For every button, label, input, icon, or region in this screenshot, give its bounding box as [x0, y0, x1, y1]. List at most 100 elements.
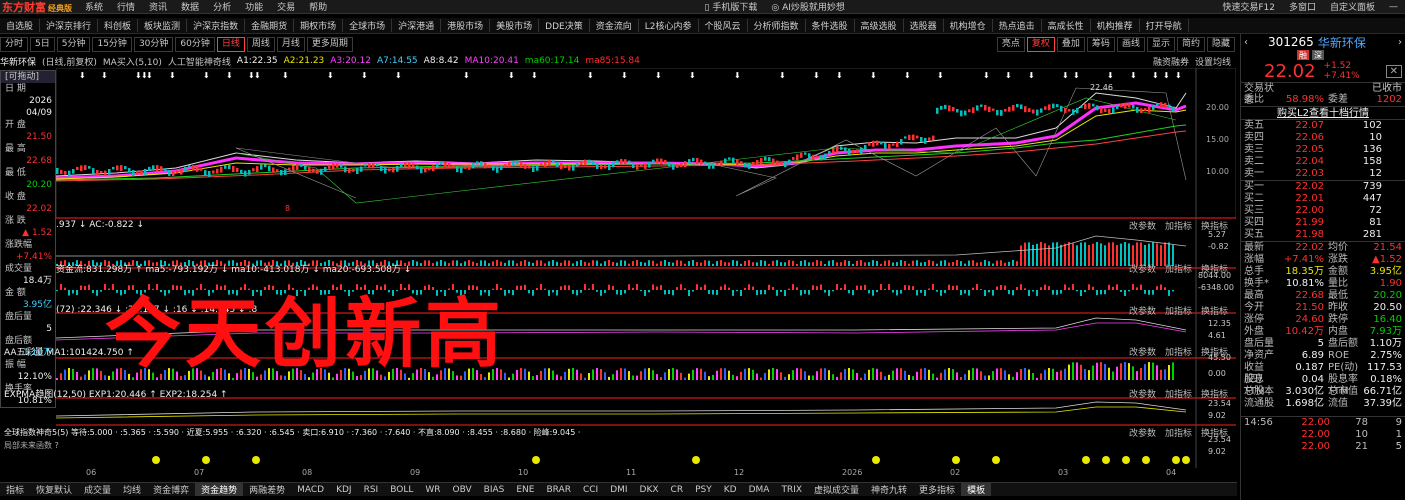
close-icon[interactable]: ✕	[1385, 64, 1402, 78]
nav-item[interactable]: L2核心内参	[639, 19, 699, 32]
indicator-tab[interactable]: TRIX	[775, 485, 808, 495]
indicator-tab[interactable]: PSY	[689, 485, 718, 495]
chart-tool-button[interactable]: 画线	[1116, 37, 1145, 52]
period-tab[interactable]: 周线	[246, 37, 275, 52]
asks-level[interactable]: 卖三 22.05 136	[1241, 144, 1405, 156]
nav-item[interactable]: 高级选股	[855, 19, 904, 32]
nav-item[interactable]: 资金流向	[590, 19, 639, 32]
chart-tool-button[interactable]: 隐藏	[1206, 37, 1235, 52]
indicator-tab[interactable]: OBV	[447, 485, 478, 495]
asks-level[interactable]: 卖一 22.03 12	[1241, 168, 1405, 180]
menu-system[interactable]: 系统	[78, 0, 110, 13]
period-tab[interactable]: 5日	[30, 37, 55, 52]
menu-quotes[interactable]: 行情	[110, 0, 142, 13]
custom-panel-button[interactable]: 自定义面板	[1323, 0, 1382, 13]
nav-item[interactable]: 全球市场	[343, 19, 393, 32]
indicator-tab[interactable]: 更多指标	[913, 483, 961, 496]
indicator-tab[interactable]: 神奇九转	[865, 483, 913, 496]
nav-item[interactable]: 板块监测	[138, 19, 188, 32]
nav-item[interactable]: 高成长性	[1042, 19, 1091, 32]
period-tab[interactable]: 60分钟	[175, 37, 215, 52]
chart-tool-button[interactable]: 亮点	[996, 37, 1025, 52]
indicator-tab[interactable]: RSI	[358, 485, 385, 495]
nav-item[interactable]: DDE决策	[539, 19, 590, 32]
bids-level[interactable]: 买三 22.00 72	[1241, 205, 1405, 217]
indicator-tab[interactable]: CR	[665, 485, 690, 495]
nav-item[interactable]: 条件选股	[806, 19, 855, 32]
nav-item[interactable]: 沪深京指数	[187, 19, 246, 32]
indicator-tab[interactable]: 资金博弈	[147, 483, 195, 496]
nav-item[interactable]: 自选股	[0, 19, 41, 32]
indicator-tab[interactable]: DMI	[604, 485, 633, 495]
indicator-tab[interactable]: BOLL	[384, 485, 419, 495]
indicator-tab[interactable]: BRAR	[540, 485, 576, 495]
indicator-tab[interactable]: BIAS	[478, 485, 511, 495]
nav-item[interactable]: 热点追击	[993, 19, 1042, 32]
chart-tool-button[interactable]: 简约	[1176, 37, 1205, 52]
menu-function[interactable]: 功能	[238, 0, 270, 13]
nav-item[interactable]: 机构推荐	[1091, 19, 1140, 32]
asks-level[interactable]: 卖四 22.06 10	[1241, 132, 1405, 144]
nav-item[interactable]: 金融期货	[245, 19, 295, 32]
bids-level[interactable]: 买一 22.02 739	[1241, 181, 1405, 193]
indicator-tab[interactable]: DKX	[634, 485, 665, 495]
asks-level[interactable]: 卖二 22.04 158	[1241, 156, 1405, 168]
indicator-tab[interactable]: DMA	[743, 485, 776, 495]
menu-help[interactable]: 帮助	[302, 0, 334, 13]
period-tab[interactable]: 分时	[0, 37, 29, 52]
period-tab[interactable]: 30分钟	[133, 37, 174, 52]
margin-trading-tag[interactable]: 融资融券	[1153, 55, 1195, 68]
period-tab[interactable]: 更多周期	[306, 37, 353, 52]
nav-item[interactable]: 分析师指数	[748, 19, 806, 32]
panel-3-tools[interactable]: 改参数 加指标 换指标	[1129, 304, 1236, 317]
period-tab[interactable]: 5分钟	[56, 37, 91, 52]
multi-window-button[interactable]: 多窗口	[1282, 0, 1323, 13]
indicator-tab[interactable]: 成交量	[78, 483, 117, 496]
nav-item[interactable]: 科创板	[98, 19, 139, 32]
bids-level[interactable]: 买四 21.99 81	[1241, 217, 1405, 229]
ai-stock-link[interactable]: ◎ AI炒股就用妙想	[764, 0, 852, 13]
period-tab[interactable]: 月线	[276, 37, 305, 52]
nav-item[interactable]: 个股风云	[699, 19, 748, 32]
indicator-tab[interactable]: 虚拟成交量	[808, 483, 865, 496]
menu-analysis[interactable]: 分析	[206, 0, 238, 13]
menu-data[interactable]: 数据	[174, 0, 206, 13]
indicator-tab[interactable]: 两融差势	[243, 483, 291, 496]
nav-item[interactable]: 打开导航	[1140, 19, 1189, 32]
indicator-tab[interactable]: 恢复默认	[30, 483, 78, 496]
chart-tool-button[interactable]: 筹码	[1086, 37, 1115, 52]
period-tab[interactable]: 日线	[216, 37, 245, 52]
nav-item[interactable]: 期权市场	[294, 19, 344, 32]
indicator-tab[interactable]: 指标	[0, 483, 30, 496]
bids-level[interactable]: 买二 22.01 447	[1241, 193, 1405, 205]
nav-item[interactable]: 港股市场	[441, 19, 491, 32]
mobile-download-link[interactable]: ▯ 手机版下载	[698, 0, 765, 13]
bids-level[interactable]: 买五 21.98 281	[1241, 229, 1405, 241]
chart-tool-button[interactable]: 叠加	[1056, 37, 1085, 52]
back-icon[interactable]: ‹	[1244, 37, 1248, 48]
indicator-tab[interactable]: 资金趋势	[195, 483, 244, 496]
nav-item[interactable]: 沪深京排行	[40, 19, 99, 32]
nav-item[interactable]: 美股市场	[490, 19, 540, 32]
buy-l2-link[interactable]: 购买L2查看十档行情	[1241, 106, 1405, 119]
indicator-tab[interactable]: 模板	[961, 483, 992, 496]
indicator-tab[interactable]: MACD	[291, 485, 330, 495]
forward-icon[interactable]: ›	[1398, 37, 1402, 48]
nav-item[interactable]: 沪深港通	[392, 19, 442, 32]
minimize-icon[interactable]: —	[1382, 2, 1405, 12]
nav-item[interactable]: 机构增仓	[944, 19, 993, 32]
indicator-tab[interactable]: KD	[718, 485, 743, 495]
asks-level[interactable]: 卖五 22.07 102	[1241, 120, 1405, 132]
menu-trade[interactable]: 交易	[270, 0, 302, 13]
chart-tool-button[interactable]: 复权	[1026, 37, 1055, 52]
set-ma-button[interactable]: 设置均线	[1195, 55, 1237, 68]
indicator-tab[interactable]: 均线	[117, 483, 147, 496]
quick-trade-button[interactable]: 快速交易F12	[1215, 0, 1282, 13]
chart-tool-button[interactable]: 显示	[1146, 37, 1175, 52]
indicator-tab[interactable]: KDJ	[330, 485, 358, 495]
indicator-tab[interactable]: WR	[419, 485, 446, 495]
menu-news[interactable]: 资讯	[142, 0, 174, 13]
period-tab[interactable]: 15分钟	[92, 37, 132, 52]
nav-item[interactable]: 选股器	[904, 19, 944, 32]
indicator-tab[interactable]: ENE	[510, 485, 540, 495]
